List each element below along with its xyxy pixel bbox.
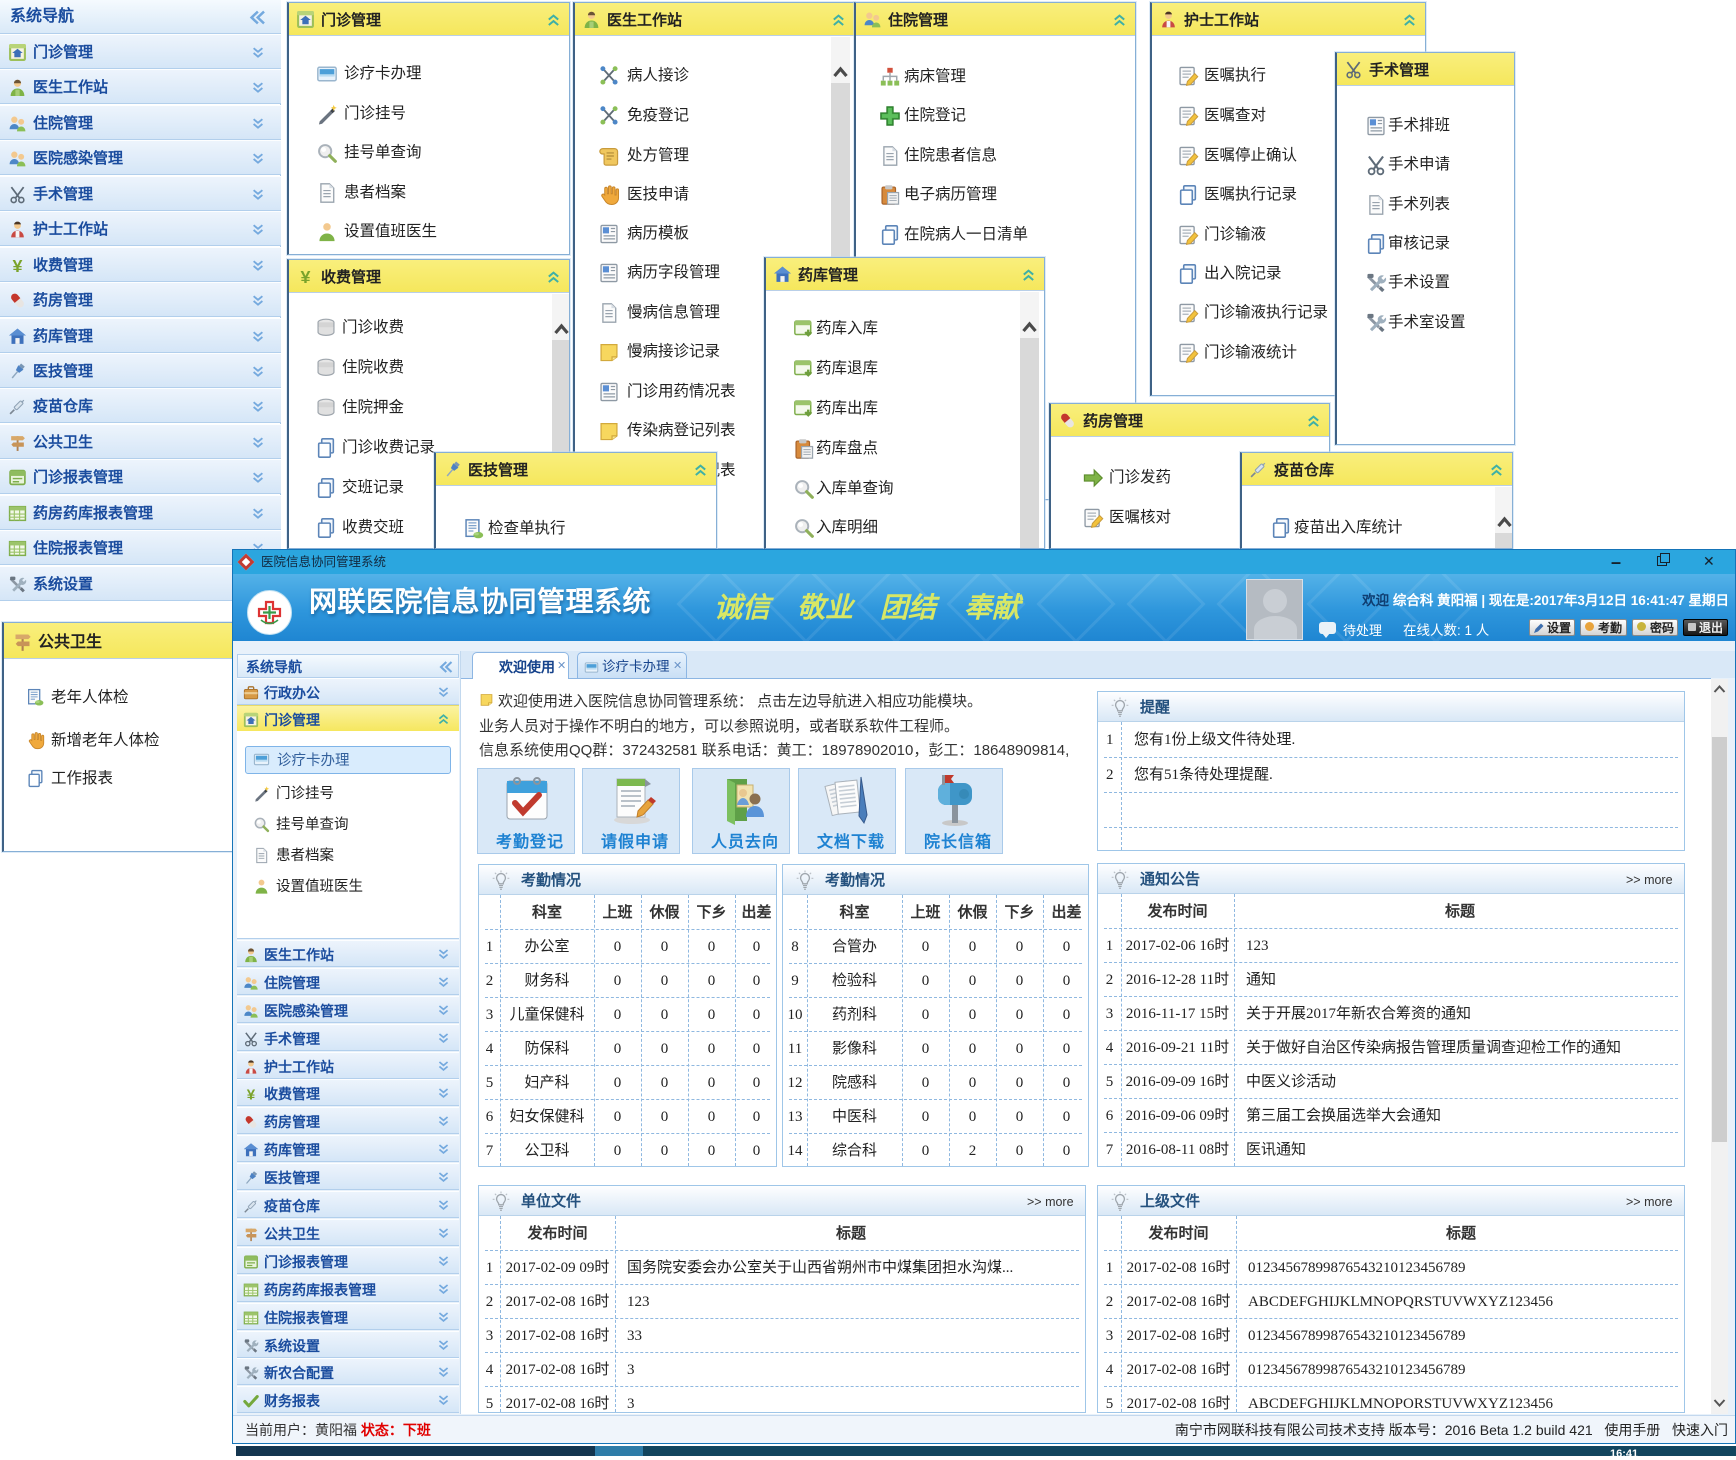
- svg-text:¥: ¥: [247, 1086, 256, 1102]
- svg-text:¥: ¥: [301, 267, 311, 286]
- svg-text:¥: ¥: [13, 256, 23, 275]
